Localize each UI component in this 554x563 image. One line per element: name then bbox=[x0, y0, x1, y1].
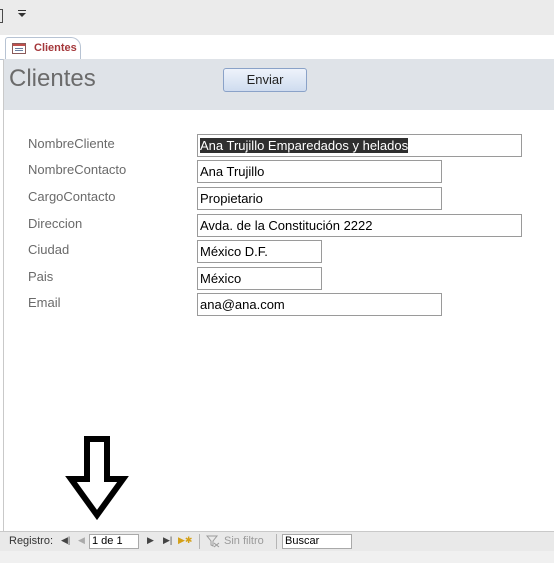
down-arrow-icon bbox=[65, 436, 129, 521]
cargocontacto-field[interactable]: Propietario bbox=[197, 187, 442, 210]
email-field[interactable]: ana@ana.com bbox=[197, 293, 442, 316]
tab-clientes[interactable]: Clientes bbox=[5, 37, 81, 59]
last-record-icon[interactable]: ▶| bbox=[163, 535, 172, 546]
first-record-icon[interactable]: ◀​| bbox=[61, 535, 70, 546]
form-icon bbox=[12, 43, 26, 54]
quick-access-toolbar bbox=[0, 0, 554, 35]
filter-icon bbox=[206, 535, 220, 548]
tab-label: Clientes bbox=[34, 42, 77, 54]
label-pais: Pais bbox=[28, 269, 54, 284]
filter-status[interactable]: Sin filtro bbox=[224, 535, 264, 547]
next-record-icon[interactable]: ▶ bbox=[147, 535, 154, 546]
pais-field[interactable]: México bbox=[197, 267, 322, 290]
ciudad-field[interactable]: México D.F. bbox=[197, 240, 322, 263]
form-body: Clientes Enviar NombreCliente Ana Trujil… bbox=[3, 59, 554, 531]
label-direccion: Direccion bbox=[28, 216, 83, 231]
label-nombrecliente: NombreCliente bbox=[28, 136, 115, 151]
separator bbox=[276, 534, 277, 549]
customize-toolbar-dropdown-icon[interactable] bbox=[16, 10, 28, 22]
document-tab-strip: Clientes bbox=[0, 35, 554, 60]
record-label: Registro: bbox=[9, 535, 54, 547]
direccion-field[interactable]: Avda. de la Constitución 2222 bbox=[197, 214, 522, 237]
nombrecontacto-field[interactable]: Ana Trujillo bbox=[197, 160, 442, 183]
search-input[interactable]: Buscar bbox=[282, 534, 352, 549]
page-title: Clientes bbox=[9, 65, 96, 92]
separator bbox=[199, 534, 200, 549]
label-email: Email bbox=[28, 295, 61, 310]
nombrecliente-field[interactable]: Ana Trujillo Emparedados y helados bbox=[197, 134, 522, 157]
new-record-icon[interactable]: ▶✱ bbox=[178, 535, 192, 546]
label-cargocontacto: CargoContacto bbox=[28, 189, 116, 204]
toolbar-edge-icon bbox=[0, 9, 3, 23]
previous-record-icon[interactable]: ◀ bbox=[78, 535, 85, 546]
label-nombrecontacto: NombreContacto bbox=[28, 162, 127, 177]
form-header: Clientes Enviar bbox=[4, 59, 554, 110]
status-bar bbox=[0, 551, 554, 563]
label-ciudad: Ciudad bbox=[28, 242, 70, 257]
selected-text: Ana Trujillo Emparedados y helados bbox=[200, 138, 409, 153]
send-button[interactable]: Enviar bbox=[223, 68, 307, 92]
current-record-input[interactable]: 1 de 1 bbox=[89, 534, 139, 549]
record-navigation-bar: Registro: ◀​| ◀ 1 de 1 ▶ ▶| ▶✱ Sin filtr… bbox=[0, 531, 554, 551]
